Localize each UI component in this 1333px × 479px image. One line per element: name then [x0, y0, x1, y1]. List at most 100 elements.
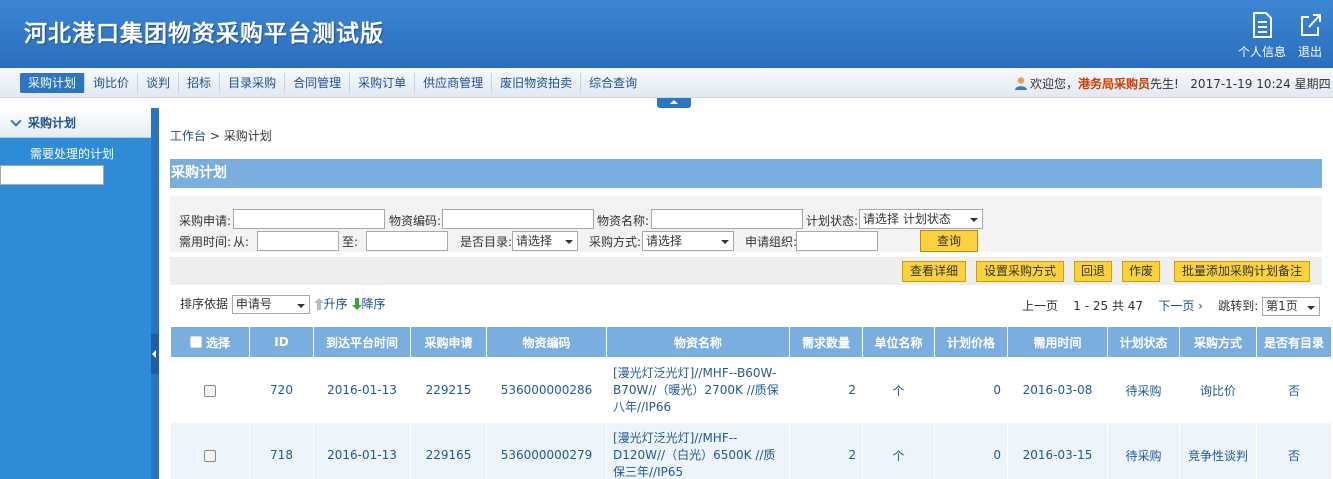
cell-price: 0 [934, 422, 1008, 479]
cell-material-code: 536000000279 [486, 422, 607, 479]
row-checkbox[interactable] [204, 449, 216, 462]
date-to-label: 至: [342, 235, 359, 249]
welcome-text: 欢迎您，港务局采购员先生! 2017-1-19 10:24 星期四 [1014, 75, 1331, 92]
batch-note-button[interactable]: 批量添加采购计划备注 [1174, 261, 1310, 282]
void-button[interactable]: 作废 [1122, 261, 1160, 282]
external-link-icon [1301, 14, 1321, 36]
rollback-button[interactable]: 回退 [1074, 261, 1112, 282]
cell-unit: 个 [862, 357, 935, 423]
action-bar: 查看详细 设置采购方式 回退 作废 批量添加采购计划备注 [170, 257, 1322, 285]
nav-item-catalog[interactable]: 目录采购 [220, 73, 286, 93]
sidebar: 采购计划 需要处理的计划 所有采购计划 [0, 108, 151, 479]
page-value: 第1页 [1266, 299, 1298, 313]
row-checkbox-cell [170, 357, 250, 423]
nav-item-auction[interactable]: 废旧物资拍卖 [492, 73, 582, 93]
sidebar-item-all-plans[interactable]: 所有采购计划 [0, 165, 105, 185]
date-from-input[interactable] [257, 231, 339, 251]
table-row[interactable]: 718 2016-01-13 229165 536000000279 [漫光灯泛… [170, 422, 1332, 479]
apply-no-input[interactable] [233, 209, 385, 229]
cell-id: 718 [249, 422, 314, 479]
exit-button[interactable]: 退出 [1290, 12, 1330, 60]
sidebar-splitter [151, 108, 159, 479]
arrow-down-icon [351, 298, 362, 310]
nav-menu: 采购计划 询比价 谈判 招标 目录采购 合同管理 采购订单 供应商管理 废旧物资… [20, 73, 645, 93]
col-quantity: 需求数量 [789, 326, 863, 358]
app-title: 河北港口集团物资采购平台测试版 [24, 21, 384, 47]
user-name: 港务局采购员 [1078, 77, 1151, 91]
main-nav: 采购计划 询比价 谈判 招标 目录采购 合同管理 采购订单 供应商管理 废旧物资… [0, 68, 1333, 98]
material-name-input[interactable] [651, 209, 803, 229]
chevron-down-icon [565, 240, 573, 244]
nav-item-query[interactable]: 综合查询 [581, 73, 645, 93]
need-date-label: 需用时间: [179, 235, 232, 249]
exit-label: 退出 [1297, 45, 1322, 59]
nav-item-order[interactable]: 采购订单 [350, 73, 416, 93]
sidebar-section-purchase-plan[interactable]: 采购计划 [0, 108, 151, 138]
nav-item-contract[interactable]: 合同管理 [285, 73, 351, 93]
date-to-input[interactable] [366, 231, 448, 251]
cell-need-date: 2016-03-15 [1007, 422, 1108, 479]
chevron-down-icon [1307, 306, 1316, 310]
breadcrumb-home[interactable]: 工作台 [170, 129, 206, 143]
chevron-down-icon [970, 218, 978, 222]
user-info-label: 个人信息 [1237, 45, 1286, 59]
cell-method: 竞争性谈判 [1179, 422, 1257, 479]
date-from-label: 从: [233, 235, 250, 249]
sort-label: 排序依据 [180, 297, 229, 311]
table-row[interactable]: 720 2016-01-13 229215 536000000286 [漫光灯泛… [170, 357, 1332, 423]
col-status: 计划状态 [1107, 326, 1180, 358]
cell-apply-no: 229215 [410, 357, 487, 423]
collapse-sidebar-toggle[interactable] [151, 334, 159, 374]
collapse-header-toggle[interactable] [657, 98, 691, 108]
cell-apply-no: 229165 [410, 422, 487, 479]
col-material-code: 物资编码 [486, 326, 607, 358]
nav-item-purchase-plan[interactable]: 采购计划 [20, 73, 86, 93]
cell-arrive-time: 2016-01-13 [313, 357, 411, 423]
document-icon [1253, 12, 1272, 38]
nav-item-negotiation[interactable]: 谈判 [138, 73, 180, 93]
chevron-down-icon [10, 115, 22, 127]
nav-item-tender[interactable]: 招标 [179, 73, 221, 93]
chevron-down-icon [296, 304, 305, 308]
chevron-right-icon: › [1194, 299, 1203, 313]
sort-asc-link[interactable]: 升序 [324, 297, 348, 311]
sidebar-section-label: 采购计划 [28, 116, 77, 130]
set-method-button[interactable]: 设置采购方式 [976, 261, 1064, 282]
table-header: 选择 ID 到达平台时间 采购申请 物资编码 物资名称 需求数量 单位名称 计划… [170, 326, 1332, 358]
datetime: 2017-1-19 10:24 星期四 [1190, 77, 1331, 91]
row-checkbox[interactable] [204, 384, 216, 397]
prev-page-link[interactable]: 上一页 [1022, 299, 1058, 313]
view-detail-button[interactable]: 查看详细 [902, 261, 966, 282]
cell-material-code: 536000000286 [486, 357, 607, 423]
method-select[interactable]: 请选择 [642, 231, 734, 251]
col-material-name: 物资名称 [606, 326, 790, 358]
catalog-label: 是否目录: [460, 235, 513, 249]
col-price: 计划价格 [934, 326, 1008, 358]
org-input[interactable] [796, 231, 878, 251]
user-info-button[interactable]: 个人信息 [1232, 12, 1292, 60]
material-code-input[interactable] [442, 209, 594, 229]
catalog-select[interactable]: 请选择 [512, 231, 578, 251]
cell-catalog: 否 [1256, 422, 1332, 479]
select-all-checkbox[interactable] [189, 335, 202, 348]
page-select[interactable]: 第1页 [1262, 297, 1321, 316]
plan-status-label: 计划状态: [806, 214, 859, 228]
cell-arrive-time: 2016-01-13 [313, 422, 411, 479]
jump-label: 跳转到: [1218, 299, 1259, 313]
col-apply-no: 采购申请 [410, 326, 487, 358]
next-page-link[interactable]: 下一页 [1158, 299, 1194, 313]
plan-status-select[interactable]: 请选择 计划状态 [859, 209, 983, 229]
user-icon [1015, 77, 1027, 90]
nav-item-inquiry[interactable]: 询比价 [85, 73, 139, 93]
pagination: 上一页 1 - 25 共 47 下一页 › 跳转到: 第1页 [1022, 297, 1321, 316]
query-button[interactable]: 查询 [920, 230, 978, 252]
nav-item-supplier[interactable]: 供应商管理 [415, 73, 493, 93]
sort-desc-link[interactable]: 降序 [362, 297, 386, 311]
breadcrumb-separator: > [206, 129, 224, 143]
panel-title: 采购计划 [170, 159, 1322, 188]
sort-select[interactable]: 申请号 [231, 295, 310, 314]
breadcrumb-current: 采购计划 [223, 129, 272, 143]
col-select[interactable]: 选择 [170, 326, 250, 358]
welcome-prefix: 欢迎您， [1030, 77, 1079, 91]
sidebar-item-pending-plans[interactable]: 需要处理的计划 [0, 144, 151, 165]
